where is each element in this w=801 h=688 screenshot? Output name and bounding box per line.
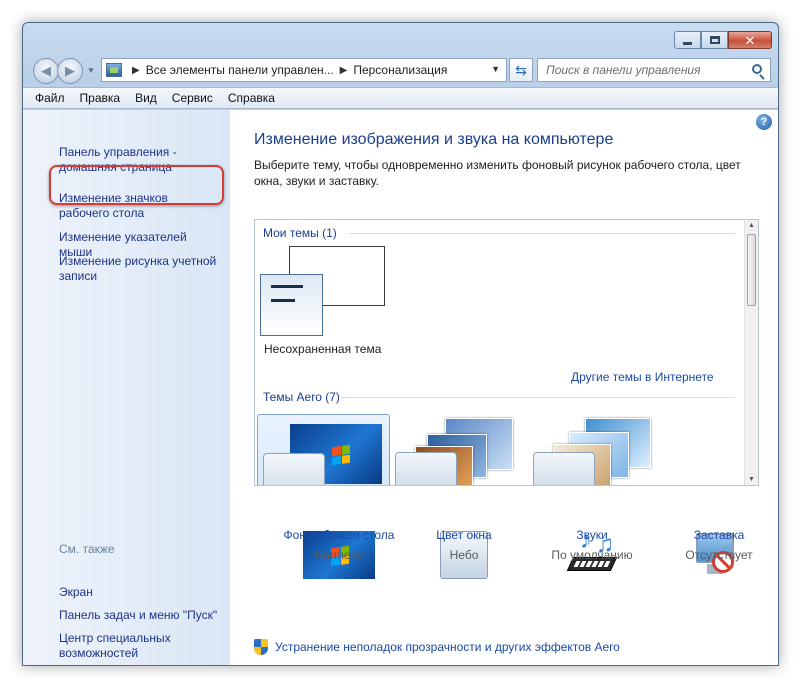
my-themes-header: Мои темы (1) [263,226,337,240]
sounds-setting[interactable]: Звуки По умолчанию [532,528,652,562]
scroll-down-icon[interactable]: ▼ [748,476,755,483]
menu-tools[interactable]: Сервис [172,91,213,105]
forward-button[interactable]: ▶ [57,58,83,84]
menu-file[interactable]: Файл [35,91,65,105]
desktop-background-label[interactable]: Фон рабочего стола [279,528,399,542]
screensaver-value: Отсутствует [685,548,753,562]
scrollbar-thumb[interactable] [747,234,756,306]
close-icon: ✕ [744,32,756,48]
back-arrow-icon: ◀ [41,63,51,78]
recent-pages-dropdown[interactable]: ▼ [87,66,95,75]
maximize-icon [709,36,720,44]
navigation-bar: ◀ ▶ ▼ ▶ Все элементы панели управлен... … [31,55,771,84]
window-color-value: Небо [449,548,479,562]
search-input[interactable]: Поиск в панели управления [537,58,771,82]
group-divider [341,397,735,398]
preview-line [271,285,303,288]
theme-preview-front [260,274,323,336]
window-glass-preview [263,453,325,485]
sounds-label[interactable]: Звуки [532,528,652,542]
themes-scrollbar[interactable]: ▲ ▼ [744,220,758,485]
page-title: Изменение изображения и звука на компьют… [254,131,614,148]
search-placeholder: Поиск в панели управления [546,63,701,77]
close-button[interactable]: ✕ [728,31,772,49]
minimize-button[interactable] [674,31,701,49]
back-button[interactable]: ◀ [33,58,59,84]
windows-logo-icon [332,444,350,466]
window-glass-preview [395,452,457,485]
see-also-heading: См. также [59,542,115,556]
group-divider [349,233,735,234]
menu-view[interactable]: Вид [135,91,157,105]
address-bar[interactable]: ▶ Все элементы панели управлен... ▶ Перс… [101,58,507,82]
help-icon[interactable]: ? [756,114,772,130]
minimize-icon [683,41,692,45]
themes-list: Мои темы (1) Несохраненная тема Другие т… [254,219,759,486]
menu-edit[interactable]: Правка [80,91,121,105]
aero-theme-windows7[interactable] [257,414,390,485]
breadcrumb-all-items[interactable]: Все элементы панели управлен... [146,63,334,77]
window-glass-preview [533,452,595,485]
maximize-button[interactable] [701,31,728,49]
breadcrumb-personalization[interactable]: Персонализация [353,63,447,77]
highlight-ring [49,165,224,205]
aero-themes-header: Темы Aero (7) [263,390,340,404]
desktop-background-setting[interactable]: Фон рабочего стола Harmony [279,528,399,562]
window-color-label[interactable]: Цвет окна [404,528,524,542]
troubleshoot-aero-link[interactable]: Устранение неполадок прозрачности и друг… [275,640,620,654]
see-also-taskbar[interactable]: Панель задач и меню "Пуск" [59,608,219,623]
preview-line [271,299,295,302]
task-pane: Панель управления - домашняя страница Из… [23,110,230,665]
search-icon[interactable] [752,64,762,74]
refresh-icon: ⇆ [515,61,527,78]
see-also-ease-of-access[interactable]: Центр специальных возможностей [59,631,219,661]
address-dropdown-icon[interactable]: ▼ [491,64,500,74]
desktop-background-value: Harmony [314,548,364,562]
breadcrumb-separator-icon[interactable]: ▶ [340,65,348,76]
caption-buttons: ✕ [674,31,772,49]
menu-bar: Файл Правка Вид Сервис Справка [23,87,778,109]
screensaver-label[interactable]: Заставка [659,528,778,542]
page-description: Выберите тему, чтобы одновременно измени… [254,158,741,188]
personalization-window: ✕ ◀ ▶ ▼ ▶ Все элементы панели управлен..… [22,22,779,666]
online-themes-link[interactable]: Другие темы в Интернете [571,370,714,384]
main-content: ? Изменение изображения и звука на компь… [230,110,778,665]
control-panel-icon [106,63,122,77]
see-also-display[interactable]: Экран [59,585,219,600]
forward-arrow-icon: ▶ [65,63,75,78]
menu-help[interactable]: Справка [228,91,275,105]
themes-scroll-area: Мои темы (1) Несохраненная тема Другие т… [255,220,745,485]
screensaver-setting[interactable]: Заставка Отсутствует [659,528,778,562]
shield-icon [254,639,268,655]
refresh-button[interactable]: ⇆ [509,58,533,82]
window-color-setting[interactable]: Цвет окна Небо [404,528,524,562]
sounds-value: По умолчанию [551,548,633,562]
task-change-account-picture[interactable]: Изменение рисунка учетной записи [59,254,219,284]
unsaved-theme-label: Несохраненная тема [264,342,382,356]
breadcrumb-separator-icon[interactable]: ▶ [132,65,140,76]
scroll-up-icon[interactable]: ▲ [748,222,755,229]
